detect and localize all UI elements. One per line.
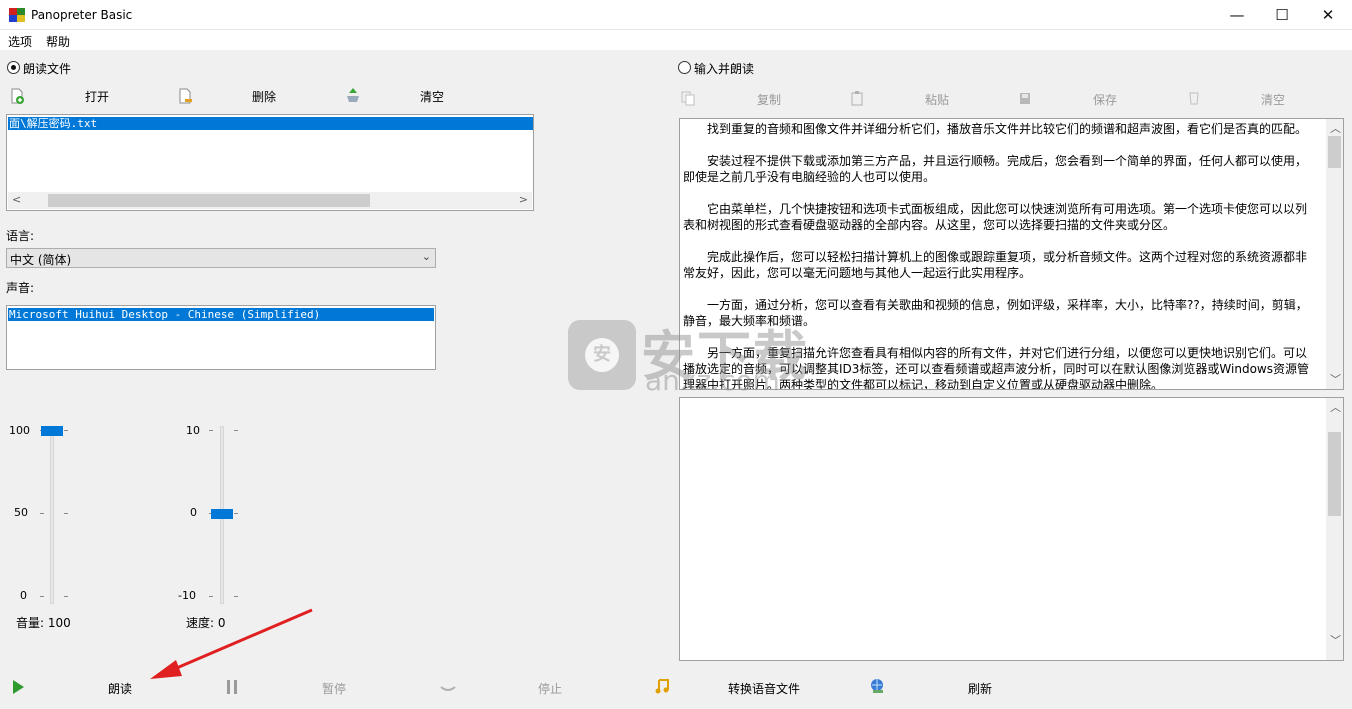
tick [209, 596, 213, 597]
delete-file-icon[interactable] [177, 88, 193, 104]
vertical-scrollbar[interactable]: ︿ ﹀ [1326, 398, 1343, 660]
speed-min-label: -10 [178, 589, 196, 602]
speed-value-label: 速度: 0 [186, 616, 226, 630]
scroll-down-icon[interactable]: ﹀ [1330, 371, 1341, 387]
watermark-subtext: anxz.com [645, 364, 780, 397]
text-paragraph: 找到重复的音频和图像文件并详细分析它们，播放音乐文件并比较它们的频谱和超声波图，… [707, 122, 1308, 136]
file-list[interactable]: 面\解压密码.txt < > [6, 114, 534, 211]
scroll-up-icon[interactable]: ︿ [1330, 399, 1341, 415]
scroll-right-icon[interactable]: > [519, 193, 528, 206]
play-icon[interactable] [10, 679, 26, 695]
voice-label: 声音: [6, 281, 35, 295]
text-paragraph: 安装过程不提供下载或添加第三方产品，并且运行顺畅。完成后，您会看到一个简单的界面… [683, 154, 1308, 184]
pause-button[interactable]: 暂停 [322, 680, 346, 697]
volume-slider-track[interactable] [50, 426, 54, 604]
scrollbar-thumb[interactable] [1328, 432, 1341, 516]
window-title: Panopreter Basic [31, 8, 133, 22]
volume-slider-thumb[interactable] [41, 426, 63, 436]
open-button[interactable]: 打开 [85, 88, 109, 105]
menu-help[interactable]: 帮助 [46, 33, 70, 50]
menu-bar: 选项 帮助 [0, 30, 1352, 50]
voice-list-item[interactable]: Microsoft Huihui Desktop - Chinese (Simp… [8, 308, 434, 321]
paste-icon[interactable] [849, 90, 865, 106]
language-value: 中文 (简体) [10, 253, 72, 267]
open-file-icon[interactable] [9, 88, 25, 104]
clear-button[interactable]: 清空 [420, 88, 444, 105]
menu-options[interactable]: 选项 [8, 33, 32, 50]
save-icon[interactable] [1017, 90, 1033, 106]
stop-icon[interactable] [440, 679, 456, 695]
scroll-down-icon[interactable]: ﹀ [1330, 632, 1341, 648]
tick [234, 596, 238, 597]
file-list-item[interactable]: 面\解压密码.txt [8, 117, 533, 130]
minimize-button[interactable]: — [1214, 0, 1260, 30]
input-read-radio[interactable] [678, 61, 691, 74]
read-file-radio[interactable] [7, 61, 20, 74]
volume-max-label: 100 [9, 424, 30, 437]
tick [64, 430, 68, 431]
read-button[interactable]: 朗读 [108, 680, 132, 697]
text-paragraph: 完成此操作后，您可以轻松扫描计算机上的图像或跟踪重复项，或分析音频文件。这两个过… [683, 250, 1308, 280]
speed-mid-label: 0 [190, 506, 197, 519]
speed-max-label: 10 [186, 424, 200, 437]
pause-icon[interactable] [224, 679, 240, 695]
volume-min-label: 0 [20, 589, 27, 602]
delete-button[interactable]: 删除 [252, 88, 276, 105]
tick [234, 430, 238, 431]
output-area[interactable]: ︿ ﹀ [679, 397, 1344, 661]
scrollbar-thumb[interactable] [48, 194, 370, 207]
refresh-globe-icon[interactable] [869, 678, 885, 694]
scrollbar-thumb[interactable] [1328, 136, 1341, 168]
close-button[interactable]: ✕ [1305, 0, 1351, 30]
convert-audio-button[interactable]: 转换语音文件 [728, 680, 800, 697]
scroll-up-icon[interactable]: ︿ [1330, 120, 1341, 136]
copy-button[interactable]: 复制 [757, 91, 781, 108]
tick [64, 596, 68, 597]
stop-button[interactable]: 停止 [538, 680, 562, 697]
clear-list-icon[interactable] [345, 87, 361, 103]
language-label: 语言: [6, 229, 35, 243]
scroll-left-icon[interactable]: < [12, 193, 21, 206]
app-logo-icon [9, 8, 25, 22]
voice-list[interactable]: Microsoft Huihui Desktop - Chinese (Simp… [6, 305, 436, 370]
watermark-logo: 安下载 anxz.com [565, 312, 825, 402]
watermark-bag-icon [568, 320, 636, 390]
tick [40, 596, 44, 597]
clear-text-icon[interactable] [1186, 90, 1202, 106]
speed-slider-thumb[interactable] [211, 509, 233, 519]
input-read-label: 输入并朗读 [694, 62, 755, 76]
tick [40, 513, 44, 514]
music-note-icon[interactable] [654, 678, 670, 694]
tick [209, 430, 213, 431]
maximize-button[interactable]: ☐ [1259, 0, 1305, 30]
volume-value-label: 音量: 100 [16, 616, 71, 630]
title-bar: Panopreter Basic — ☐ ✕ [0, 0, 1352, 30]
horizontal-scrollbar[interactable]: < > [8, 192, 532, 209]
read-file-label: 朗读文件 [23, 62, 72, 76]
save-button[interactable]: 保存 [1093, 91, 1117, 108]
paste-button[interactable]: 粘贴 [925, 91, 949, 108]
copy-icon[interactable] [680, 90, 696, 106]
tick [64, 513, 68, 514]
chevron-down-icon: ⌄ [421, 250, 431, 263]
volume-mid-label: 50 [14, 506, 28, 519]
clear-text-button[interactable]: 清空 [1261, 91, 1285, 108]
text-paragraph: 它由菜单栏，几个快捷按钮和选项卡式面板组成，因此您可以快速浏览所有可用选项。第一… [683, 202, 1308, 232]
refresh-button[interactable]: 刷新 [968, 680, 992, 697]
language-select[interactable]: 中文 (简体) ⌄ [6, 248, 436, 268]
tick [234, 513, 238, 514]
vertical-scrollbar[interactable]: ︿ ﹀ [1326, 119, 1343, 389]
